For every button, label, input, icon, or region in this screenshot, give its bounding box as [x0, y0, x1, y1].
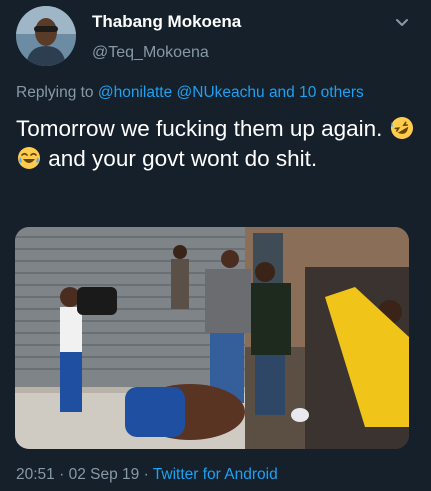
tweet-date: 02 Sep 19: [68, 466, 140, 483]
reply-and: and: [268, 84, 295, 101]
author-handle[interactable]: @Teq_Mokoena: [92, 44, 209, 62]
separator-1: ·: [59, 466, 65, 483]
avatar[interactable]: [16, 6, 76, 66]
others-link[interactable]: 10 others: [299, 84, 364, 101]
replying-prefix: Replying to: [16, 84, 94, 101]
replying-to-line: Replying to @honilatte @NUkeachu and 10 …: [16, 84, 364, 102]
tweet-header: Thabang Mokoena @Teq_Mokoena: [0, 0, 431, 78]
tweet-text-part-2: and your govt wont do shit.: [48, 146, 318, 171]
tweet-text: Tomorrow we fucking them up again. and y…: [16, 114, 416, 174]
tweet-source-link[interactable]: Twitter for Android: [153, 466, 278, 483]
rolling-on-floor-laughing-icon: [390, 116, 414, 140]
tweet-time: 20:51: [16, 466, 55, 483]
tweet-metadata: 20:51 · 02 Sep 19 · Twitter for Android: [16, 466, 278, 484]
author-name[interactable]: Thabang Mokoena: [92, 12, 241, 32]
mention-link-2[interactable]: @NUkeachu: [177, 84, 265, 101]
separator-2: ·: [143, 466, 149, 483]
tears-of-joy-icon: [17, 146, 41, 170]
tweet-photo[interactable]: [15, 227, 409, 449]
chevron-down-icon[interactable]: [393, 14, 411, 32]
mention-link-1[interactable]: @honilatte: [98, 84, 172, 101]
tweet-text-part-1: Tomorrow we fucking them up again.: [16, 116, 383, 141]
